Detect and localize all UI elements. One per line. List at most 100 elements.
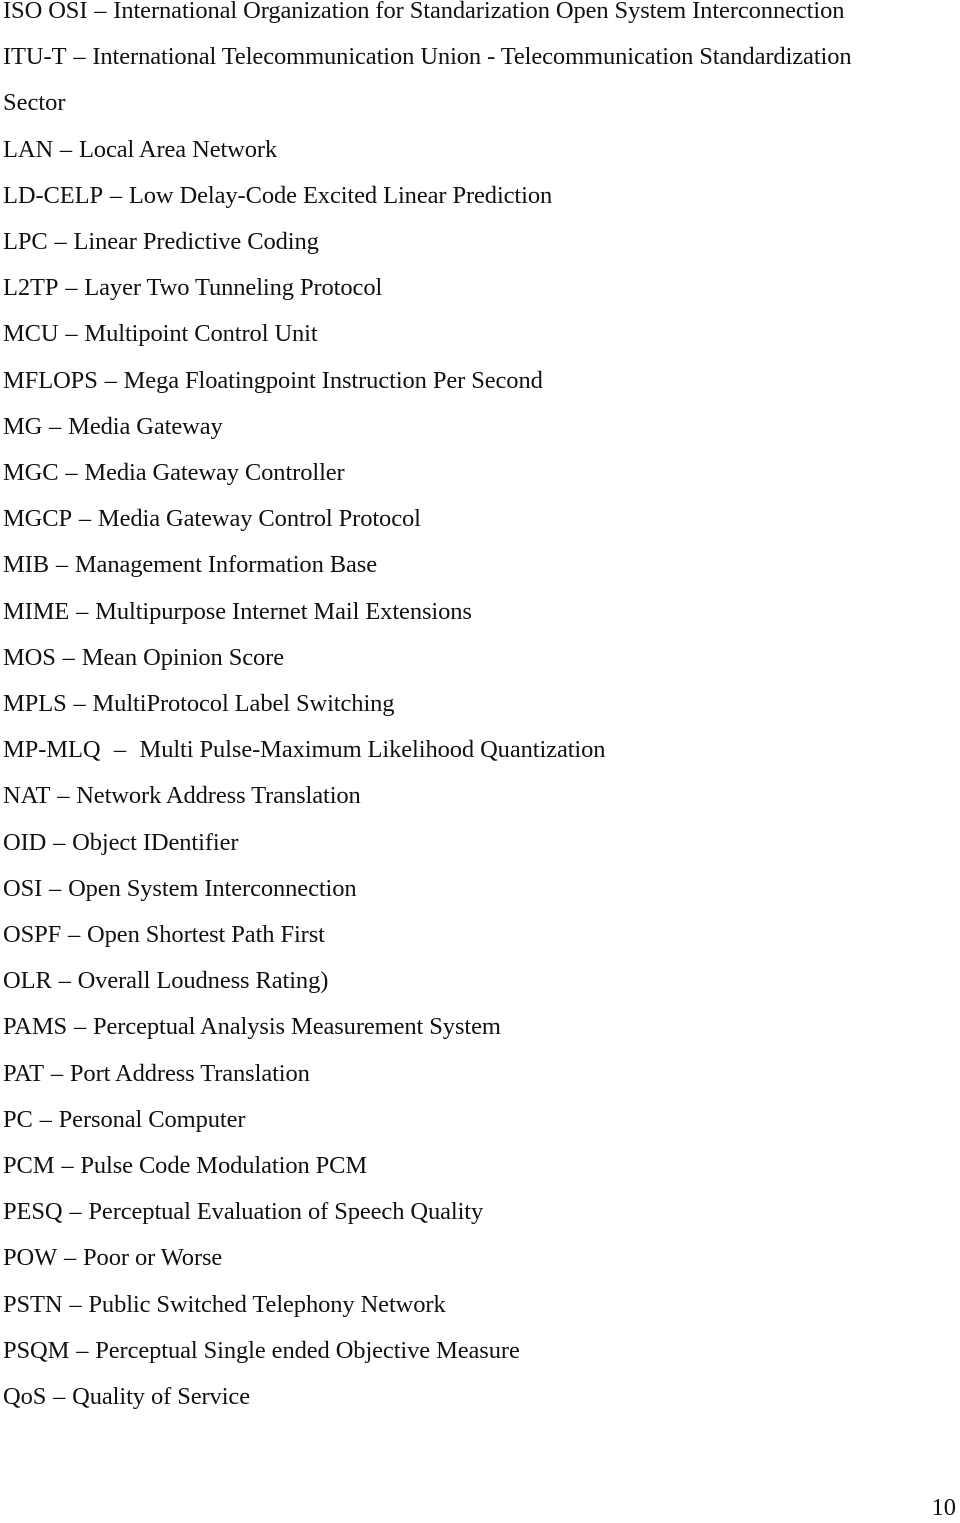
abbreviation-expansion: Media Gateway Control Protocol [97,505,421,533]
en-dash-separator: – [73,43,86,71]
abbreviation-term: LAN [3,135,54,163]
abbreviation-expansion: MultiProtocol Label Switching [92,690,395,717]
en-dash-separator: – [55,551,69,579]
abbreviation-term: OSPF [3,921,62,948]
abbreviation-term: PC [3,1105,33,1133]
abbreviation-entry: PSTN – Public Switched Telephony Network [3,1290,446,1320]
abbreviation-term: ITU-T [3,43,67,71]
abbreviation-term: OLR [3,967,52,995]
abbreviation-expansion: Poor or Worse [83,1244,223,1272]
abbreviation-term: MGCP [3,505,73,533]
abbreviation-entry-continuation: Sector [3,88,66,118]
abbreviation-expansion: Mega Floatingpoint Instruction Per Secon… [123,366,543,394]
abbreviation-term: MIB [3,551,49,579]
en-dash-separator: – [49,874,62,902]
abbreviation-entry: LD-CELP – Low Delay-Code Excited Linear Pr… [3,181,552,211]
en-dash-separator: – [76,1336,89,1364]
abbreviation-entry: PAT – Port Address Translation [3,1059,310,1089]
en-dash-separator: – [68,921,81,948]
abbreviation-entry: MGCP – Media Gateway Control Protocol [3,504,421,534]
abbreviation-term: MP-MLQ [3,736,101,764]
en-dash-separator: – [57,782,70,810]
abbreviation-term: PAT [3,1059,45,1087]
abbreviation-expansion: Port Address Translation [69,1059,310,1087]
abbreviation-entry: PSQM – Perceptual Single ended Objective M… [3,1336,520,1366]
abbreviation-term: OSI [3,874,43,902]
abbreviation-term: POW [3,1244,58,1272]
en-dash-separator: – [53,1383,66,1410]
abbreviation-term: OID [3,828,47,856]
abbreviation-expansion: Local Area Network [78,135,278,163]
en-dash-separator: – [65,320,78,348]
abbreviation-entry: OID – Object IDentifier [3,828,239,858]
en-dash-separator: – [59,135,73,163]
abbreviation-entry: NAT – Network Address Translation [3,781,361,811]
en-dash-separator: – [49,412,62,440]
abbreviation-term: PESQ [3,1198,63,1226]
abbreviation-entry: PCM – Pulse Code Modulation PCM [3,1151,367,1181]
en-dash-separator: – [78,505,92,533]
en-dash-separator: – [62,643,75,671]
en-dash-separator: – [61,1152,74,1179]
abbreviation-term: QoS [3,1383,47,1410]
en-dash-separator: – [58,967,71,995]
abbreviation-term: MCU [3,320,59,348]
abbreviation-entry: MCU – Multipoint Control Unit [3,319,318,349]
abbreviation-entry: ISO OSI – International Organization for S… [3,0,844,26]
abbreviation-expansion: Media Gateway [68,412,223,440]
en-dash-separator: – [64,1244,77,1272]
abbreviation-expansion: Open Shortest Path First [87,921,325,948]
abbreviation-term: ISO OSI [3,0,88,24]
abbreviation-entry: L2TP – Layer Two Tunneling Protocol [3,273,382,303]
abbreviation-term: L2TP [3,274,59,302]
abbreviation-term: NAT [3,782,51,810]
abbreviation-entry: MIME – Multipurpose Internet Mail Extensio… [3,597,472,627]
abbreviation-expansion: Perceptual Evaluation of Speech Quality [88,1198,484,1226]
en-dash-separator: – [65,459,78,486]
abbreviation-expansion: Low Delay-Code Excited Linear Prediction [128,181,553,209]
abbreviation-expansion: Overall Loudness Rating) [77,967,329,995]
abbreviation-entry: PAMS – Perceptual Analysis Measurement Sys… [3,1012,501,1042]
abbreviation-expansion: Perceptual Single ended Objective Measur… [95,1336,520,1364]
en-dash-separator: – [104,366,117,394]
abbreviation-expansion: Network Address Translation [76,782,361,810]
abbreviation-term: PAMS [3,1013,68,1041]
abbreviation-entry: LAN – Local Area Network [3,135,277,165]
abbreviation-entry: OSI – Open System Interconnection [3,874,357,904]
abbreviation-expansion: Media Gateway Controller [84,459,345,486]
abbreviation-term: PSTN [3,1290,63,1318]
en-dash-separator: – [73,1013,87,1041]
abbreviation-expansion: Perceptual Analysis Measurement System [92,1013,501,1041]
abbreviation-expansion: Multipoint Control Unit [84,320,318,348]
en-dash-separator: – [50,1059,64,1087]
en-dash-separator: – [113,736,127,764]
abbreviation-entry: QoS – Quality of Service [3,1382,250,1412]
abbreviation-expansion: Multipurpose Internet Mail Extensions [95,597,472,625]
abbreviation-entry: MP-MLQ – Multi Pulse-Maximum Likelihood Qu… [3,735,606,765]
abbreviation-expansion: Public Switched Telephony Network [88,1290,446,1318]
abbreviation-expansion: Object IDentifier [72,828,239,856]
abbreviation-expansion: Quality of Service [72,1383,250,1410]
en-dash-separator: – [53,828,66,856]
abbreviation-term: PSQM [3,1336,70,1364]
abbreviation-expansion: Layer Two Tunneling Protocol [84,274,383,302]
abbreviation-term: PCM [3,1152,55,1179]
abbreviation-expansion: International Organization for Standariz… [113,0,845,24]
abbreviation-expansion: Mean Opinion Score [81,643,285,671]
en-dash-separator: – [109,181,123,209]
abbreviation-expansion: Sector [3,89,66,117]
abbreviation-term: MPLS [3,690,67,717]
abbreviation-expansion: International Telecommunication Union - … [92,43,852,71]
abbreviation-entry: MGC – Media Gateway Controller [3,458,345,488]
abbreviation-entry: POW – Poor or Worse [3,1243,222,1273]
abbreviation-term: MIME [3,597,70,625]
abbreviation-entry: MG – Media Gateway [3,412,223,442]
abbreviation-expansion: Linear Predictive Coding [73,228,319,255]
abbreviation-expansion: Open System Interconnection [68,874,357,902]
document-page: ISO OSI – International Organization for S… [0,0,960,1521]
abbreviation-entry: LPC – Linear Predictive Coding [3,227,319,257]
abbreviation-entry: MIB – Management Information Base [3,550,377,580]
abbreviation-expansion: Pulse Code Modulation PCM [80,1152,368,1179]
abbreviation-term: MFLOPS [3,366,98,394]
abbreviation-term: LD-CELP [3,181,104,209]
